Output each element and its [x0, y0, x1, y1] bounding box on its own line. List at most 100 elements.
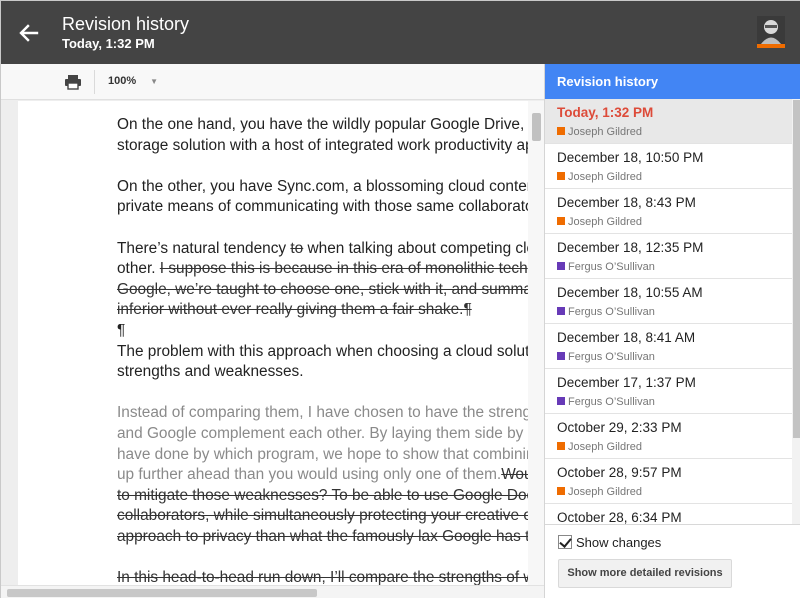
paragraph: On the other, you have Sync.com, a bloss…: [117, 177, 528, 218]
show-changes-checkbox[interactable]: Show changes: [558, 535, 661, 550]
text-span: There’s natural tendency: [117, 239, 291, 257]
revision-author: Fergus O’Sullivan: [557, 261, 655, 273]
revision-date: December 18, 10:55 AM: [557, 285, 703, 300]
text-line: storage solution with a host of integrat…: [117, 136, 528, 154]
text-line: and Google complement each other. By lay…: [117, 424, 528, 442]
revision-author-name: Joseph Gildred: [568, 486, 642, 498]
document-hscroll-thumb[interactable]: [7, 589, 317, 597]
revision-author: Joseph Gildred: [557, 171, 642, 183]
revision-author-name: Joseph Gildred: [568, 126, 642, 138]
text-line: up further ahead than you would using on…: [117, 465, 528, 486]
revision-author: Joseph Gildred: [557, 441, 642, 453]
author-color-swatch: [557, 397, 565, 405]
revision-author-name: Fergus O’Sullivan: [568, 351, 655, 363]
author-color-swatch: [557, 172, 565, 180]
text-span: up further ahead than you would using on…: [117, 466, 502, 484]
paragraph: In this head-to-head run down, I’ll comp…: [117, 568, 528, 585]
zoom-select[interactable]: 100% ▼: [108, 75, 158, 87]
revision-author-name: Fergus O’Sullivan: [568, 261, 655, 273]
revision-author: Fergus O’Sullivan: [557, 396, 655, 408]
revision-panel-footer: Show changes Show more detailed revision…: [545, 524, 800, 598]
revision-date: December 18, 12:35 PM: [557, 240, 704, 255]
author-color-swatch: [557, 217, 565, 225]
author-color-swatch: [557, 127, 565, 135]
checkbox-checked-icon[interactable]: [558, 535, 572, 549]
text-span: when talking about competing clo: [303, 239, 528, 257]
revision-author: Fergus O’Sullivan: [557, 351, 655, 363]
toolbar-divider: [94, 70, 95, 94]
revision-item[interactable]: December 18, 10:55 AM Fergus O’Sullivan: [545, 279, 792, 324]
revision-author: Joseph Gildred: [557, 126, 642, 138]
paragraph: There’s natural tendency to when talking…: [117, 239, 528, 342]
document-page: On the one hand, you have the wildly pop…: [18, 101, 528, 585]
text-span: other.: [117, 260, 160, 278]
printer-icon[interactable]: [63, 72, 83, 92]
revision-list-scroll-thumb[interactable]: [793, 100, 800, 438]
revision-item[interactable]: Today, 1:32 PM Joseph Gildred: [545, 99, 792, 144]
revision-date: Today, 1:32 PM: [557, 105, 654, 120]
zoom-value: 100%: [108, 75, 137, 87]
text-line: private means of communicating with thos…: [117, 198, 528, 216]
deleted-text: to mitigate those weaknesses? To be able…: [117, 486, 528, 504]
revision-date: December 18, 8:43 PM: [557, 195, 696, 210]
revision-author: Joseph Gildred: [557, 486, 642, 498]
text-line: Instead of comparing them, I have chosen…: [117, 404, 528, 422]
deleted-text: Wou: [501, 466, 528, 484]
revision-list: Today, 1:32 PM Joseph Gildred December 18,…: [545, 99, 792, 524]
deleted-text: to: [290, 239, 304, 257]
revision-item[interactable]: December 18, 10:50 PM Joseph Gildred: [545, 144, 792, 189]
document-scroll-thumb[interactable]: [532, 113, 541, 141]
revision-item[interactable]: December 18, 12:35 PM Fergus O’Sullivan: [545, 234, 792, 279]
revision-author-name: Joseph Gildred: [568, 441, 642, 453]
revision-author: Fergus O’Sullivan: [557, 306, 655, 318]
deleted-text: collaborators, while simultaneously prot…: [117, 507, 528, 525]
document-vertical-scrollbar[interactable]: [528, 101, 544, 585]
author-color-swatch: [557, 307, 565, 315]
text-line: strengths and weaknesses.: [117, 363, 304, 381]
paragraph: Instead of comparing them, I have chosen…: [117, 403, 528, 547]
revision-author-name: Fergus O’Sullivan: [568, 306, 655, 318]
revision-panel-header: Revision history: [545, 64, 800, 99]
revision-author-name: Joseph Gildred: [568, 216, 642, 228]
text-line: have done by which program, we hope to s…: [117, 445, 528, 463]
revision-author-name: Fergus O’Sullivan: [568, 396, 655, 408]
revision-item[interactable]: December 18, 8:41 AM Fergus O’Sullivan: [545, 324, 792, 369]
show-changes-label: Show changes: [576, 535, 662, 550]
revision-author: Joseph Gildred: [557, 216, 642, 228]
top-bar: Revision history Today, 1:32 PM: [1, 1, 800, 64]
text-line: The problem with this approach when choo…: [117, 342, 528, 360]
deleted-text: In this head-to-head run down, I’ll comp…: [117, 569, 528, 585]
revision-panel-title: Revision history: [557, 74, 659, 89]
revision-item[interactable]: October 28, 9:57 PM Joseph Gildred: [545, 459, 792, 504]
back-arrow-icon[interactable]: [15, 19, 43, 47]
revision-panel: Revision history Today, 1:32 PM Joseph Gi…: [544, 64, 800, 598]
text-line: There’s natural tendency to when talking…: [117, 239, 528, 260]
deleted-text: Google, we’re taught to choose one, stic…: [117, 280, 528, 298]
text-line: On the other, you have Sync.com, a bloss…: [117, 177, 528, 195]
deleted-text: inferior without ever really giving them…: [117, 301, 472, 319]
revision-date: December 18, 8:41 AM: [557, 330, 696, 345]
page-subtitle: Today, 1:32 PM: [62, 36, 155, 51]
deleted-text: I suppose this is because in this era of…: [159, 260, 528, 278]
revision-author-name: Joseph Gildred: [568, 171, 642, 183]
revision-date: October 29, 2:33 PM: [557, 420, 682, 435]
revision-date: October 28, 9:57 PM: [557, 465, 682, 480]
revision-item[interactable]: October 28, 6:34 PM: [545, 504, 792, 524]
revision-item[interactable]: October 29, 2:33 PM Joseph Gildred: [545, 414, 792, 459]
deleted-text: approach to privacy than what the famous…: [117, 527, 528, 545]
author-color-swatch: [557, 262, 565, 270]
author-color-swatch: [557, 487, 565, 495]
paragraph: On the one hand, you have the wildly pop…: [117, 115, 528, 156]
avatar[interactable]: [757, 16, 785, 48]
toolbar: 100% ▼: [1, 64, 544, 100]
revision-item[interactable]: December 18, 8:43 PM Joseph Gildred: [545, 189, 792, 234]
show-more-revisions-button[interactable]: Show more detailed revisions: [558, 559, 732, 588]
revision-date: December 17, 1:37 PM: [557, 375, 696, 390]
text-line: other. I suppose this is because in this…: [117, 259, 528, 280]
revision-date: October 28, 6:34 PM: [557, 510, 682, 524]
author-color-swatch: [557, 442, 565, 450]
author-color-swatch: [557, 352, 565, 360]
revision-item[interactable]: December 17, 1:37 PM Fergus O’Sullivan: [545, 369, 792, 414]
pilcrow: ¶: [117, 321, 126, 339]
document-text: On the one hand, you have the wildly pop…: [117, 115, 528, 585]
